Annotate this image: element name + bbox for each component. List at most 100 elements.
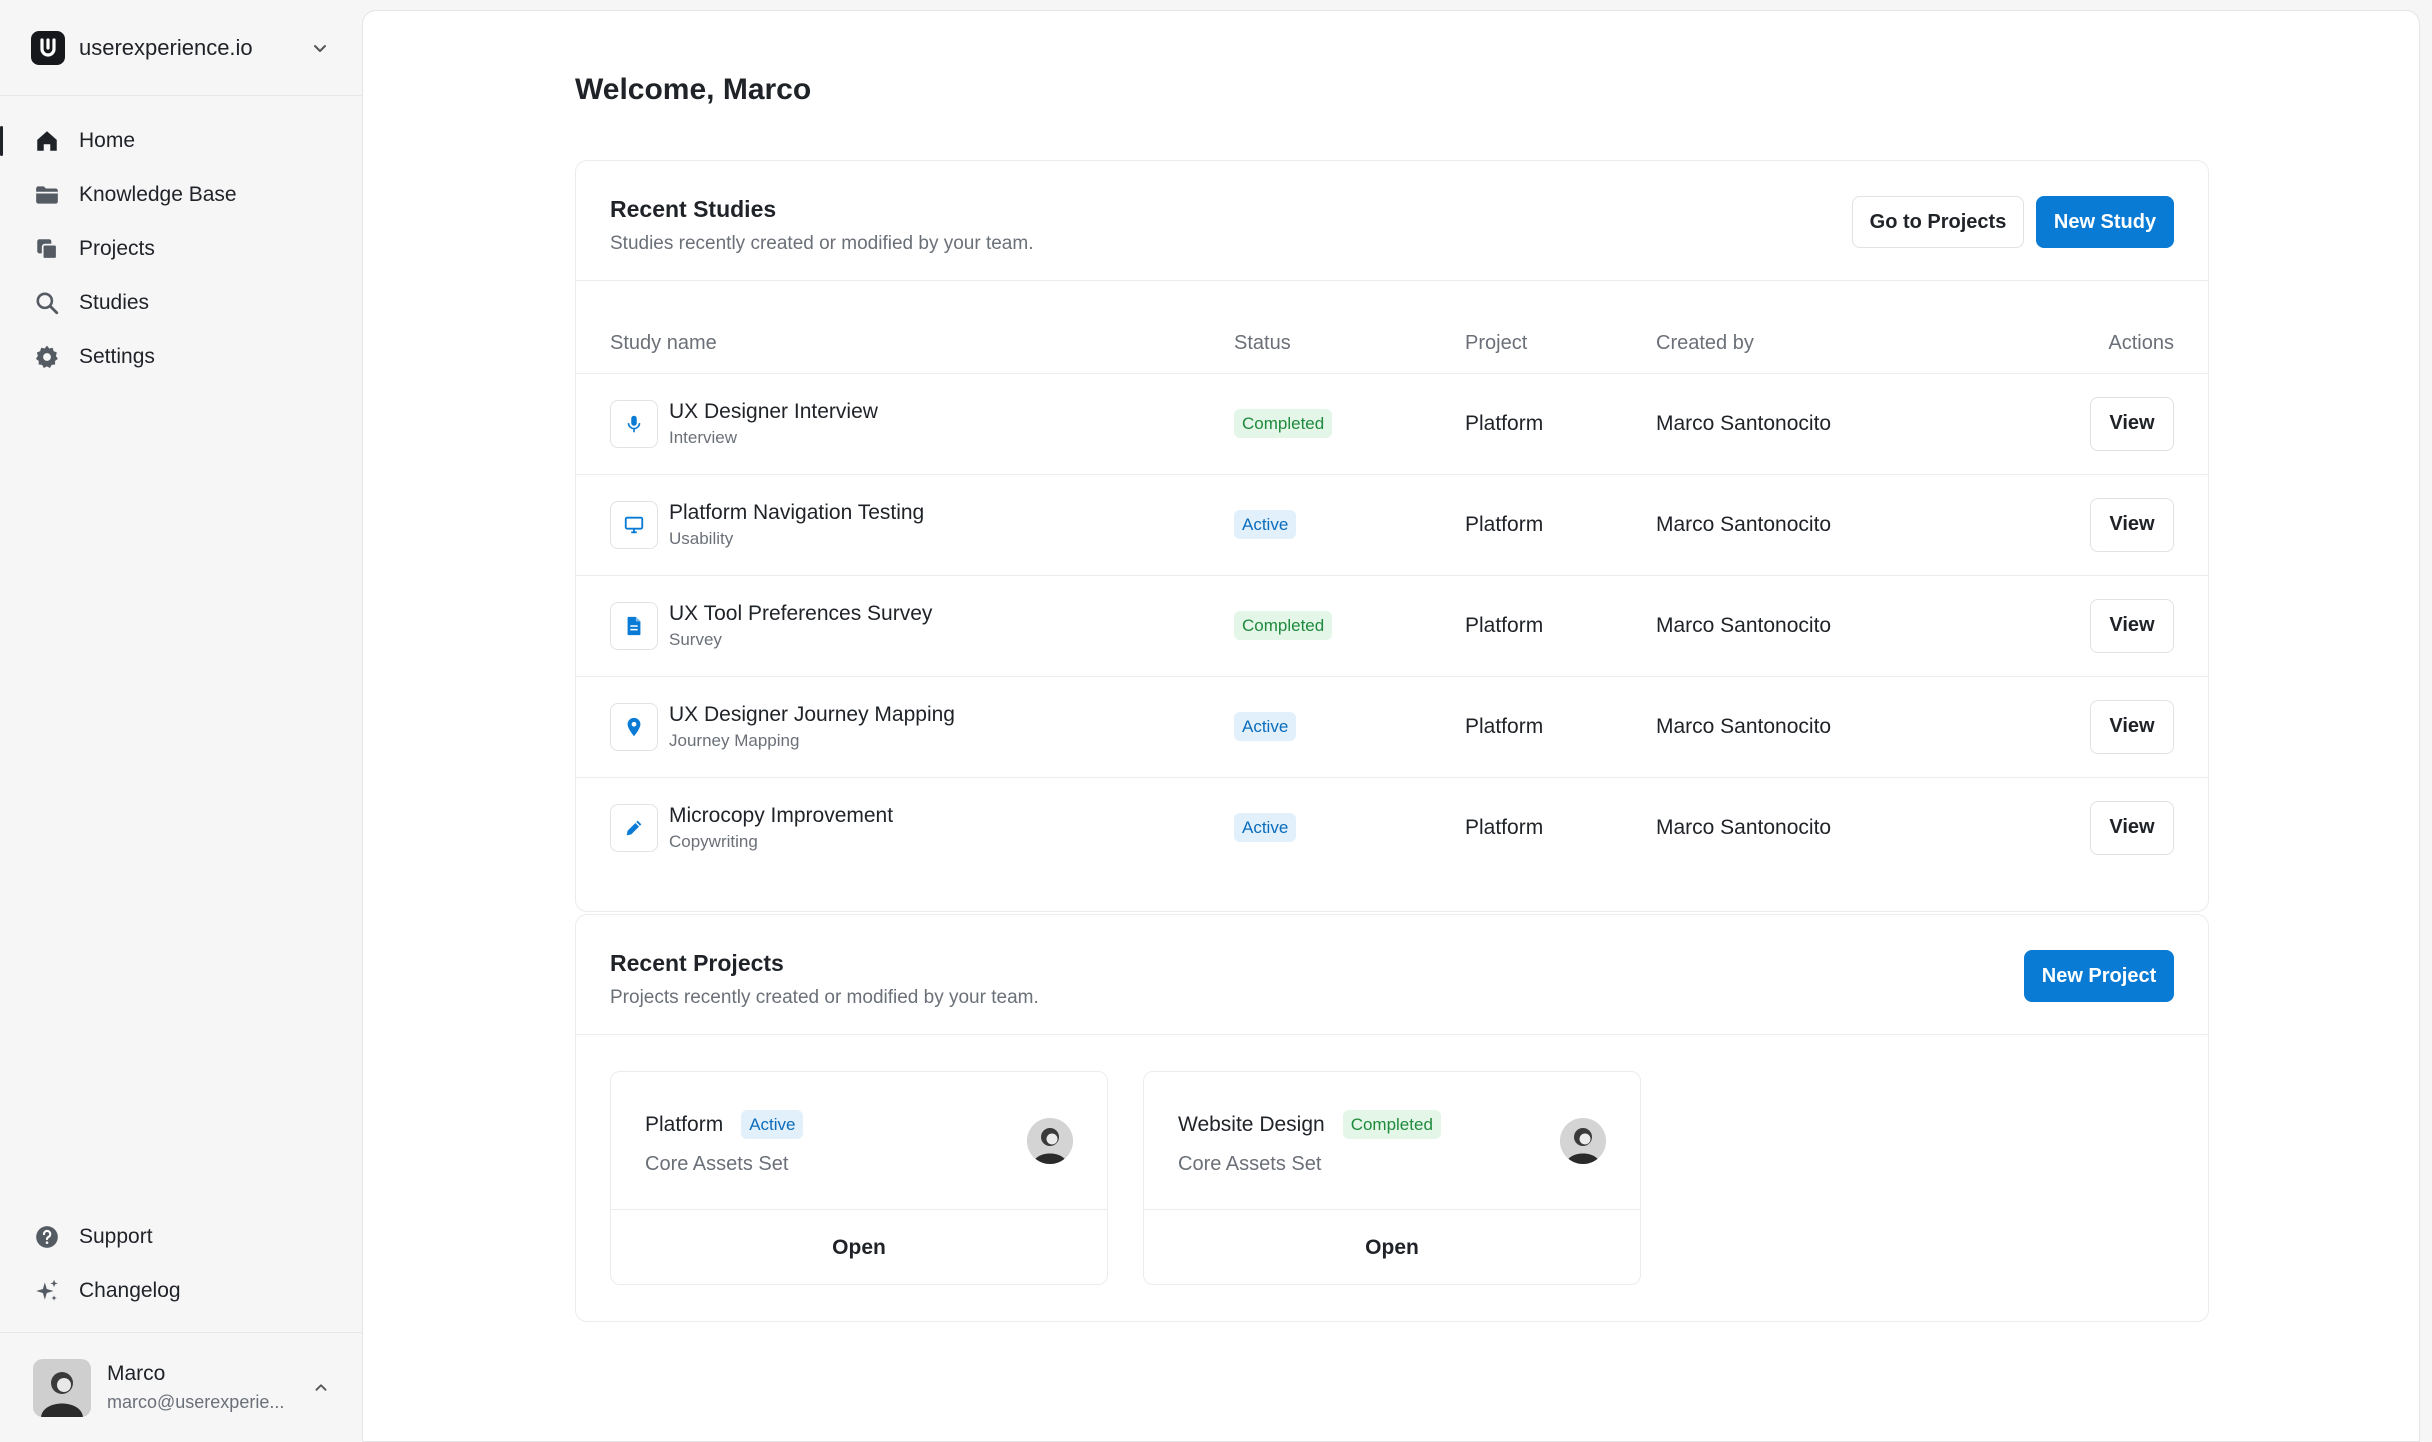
table-row[interactable]: Platform Navigation Testing Usability Ac… [576,474,2208,576]
column-header-created-by: Created by [1656,281,1986,374]
nav-item-label: Projects [79,237,155,260]
home-icon [33,127,61,155]
status-badge: Active [1234,510,1297,539]
nav-item-label: Settings [79,345,155,368]
chevron-up-icon[interactable] [310,1377,332,1399]
recent-studies-card: Recent Studies Studies recently created … [575,160,2209,912]
workspace-logo-icon [31,30,65,65]
nav-item-label: Knowledge Base [79,183,237,206]
pencil-icon [610,803,658,852]
studies-table: Study name Status Project Created by Act… [576,281,2208,878]
nav-item-label: Support [79,1225,153,1248]
recent-projects-header: Recent Projects Projects recently create… [576,915,2208,1035]
column-header-project: Project [1465,281,1656,374]
recent-studies-header: Recent Studies Studies recently created … [576,161,2208,281]
status-badge: Active [741,1110,804,1139]
project-name: Platform [645,1112,724,1136]
view-button[interactable]: View [2090,800,2174,855]
study-type: Interview [669,427,738,447]
main-content: Welcome, Marco Recent Studies Studies re… [362,10,2420,1442]
recent-projects-subtitle: Projects recently created or modified by… [610,987,1039,1008]
project-card-platform[interactable]: Platform Active Core Assets Set Open [610,1071,1108,1285]
study-name: Platform Navigation Testing [669,500,925,524]
view-button[interactable]: View [2090,396,2174,451]
nav-item-projects[interactable]: Projects [0,222,362,276]
table-row[interactable]: UX Designer Journey Mapping Journey Mapp… [576,676,2208,778]
user-name: Marco [107,1362,166,1385]
column-header-actions: Actions [1985,281,2208,374]
open-project-button[interactable]: Open [611,1210,1107,1285]
project-card-website-design[interactable]: Website Design Completed Core Assets Set… [1143,1071,1641,1285]
table-row[interactable]: UX Tool Preferences Survey Survey Comple… [576,575,2208,677]
sparkle-icon [33,1277,61,1305]
created-by-cell: Marco Santonocito [1656,575,1986,677]
page-title: Welcome, Marco [575,73,812,106]
new-study-button[interactable]: New Study [2036,196,2174,248]
project-cell: Platform [1465,676,1656,778]
project-card-body: Website Design Completed Core Assets Set [1144,1072,1640,1210]
created-by-cell: Marco Santonocito [1656,373,1986,475]
avatar [1027,1118,1073,1164]
study-type: Copywriting [669,831,758,851]
open-project-button[interactable]: Open [1144,1210,1640,1285]
copy-icon [33,235,61,263]
project-subtitle: Core Assets Set [1178,1153,1322,1175]
user-email: marco@userexperie... [107,1392,285,1412]
primary-nav: Home Knowledge Base Projects Studies Set… [0,96,362,384]
map-pin-icon [610,702,658,751]
table-row[interactable]: UX Designer Interview Interview Complete… [576,373,2208,475]
project-cell: Platform [1465,373,1656,475]
status-badge: Active [1234,813,1297,843]
workspace-switcher[interactable]: userexperience.io [0,0,362,96]
project-cell: Platform [1465,815,1544,839]
recent-projects-card: Recent Projects Projects recently create… [575,914,2209,1322]
user-menu[interactable]: Marco marco@userexperie... [0,1332,362,1442]
table-header-row: Study name Status Project Created by Act… [576,281,2208,374]
help-icon [33,1223,61,1251]
recent-projects-title: Recent Projects [610,950,784,976]
project-subtitle: Core Assets Set [645,1153,789,1175]
column-header-study-name: Study name [576,281,1234,374]
study-type: Usability [669,528,734,548]
microphone-icon [610,399,658,448]
user-info: Marco marco@userexperie... [107,1362,310,1413]
avatar [1560,1118,1606,1164]
project-card-body: Platform Active Core Assets Set [611,1072,1107,1210]
secondary-nav: Support Changelog [0,1210,362,1332]
sidebar: userexperience.io Home Knowledge Base Pr… [0,0,362,1442]
nav-item-settings[interactable]: Settings [0,330,362,384]
avatar [33,1358,91,1417]
created-by-cell: Marco Santonocito [1656,474,1986,576]
workspace-name: userexperience.io [79,34,253,60]
status-badge: Completed [1234,611,1333,640]
status-badge: Completed [1234,409,1333,438]
created-by-cell: Marco Santonocito [1656,676,1986,778]
table-row[interactable]: Microcopy Improvement Copywriting Active… [576,777,2208,878]
study-name: UX Designer Interview [669,399,878,423]
view-button[interactable]: View [2090,699,2174,754]
study-name: Microcopy Improvement [669,803,894,827]
nav-item-knowledge-base[interactable]: Knowledge Base [0,168,362,222]
new-project-button[interactable]: New Project [2024,950,2174,1002]
gear-icon [33,343,61,371]
search-icon [33,289,61,317]
column-header-status: Status [1234,281,1465,374]
nav-item-support[interactable]: Support [0,1210,362,1264]
view-button[interactable]: View [2090,598,2174,653]
document-icon [610,601,658,650]
project-cell: Platform [1465,474,1656,576]
nav-item-studies[interactable]: Studies [0,276,362,330]
project-cell: Platform [1465,575,1656,677]
study-type: Journey Mapping [669,730,800,750]
go-to-projects-button[interactable]: Go to Projects [1852,196,2024,248]
monitor-icon [610,500,658,549]
nav-item-changelog[interactable]: Changelog [0,1264,362,1318]
study-name: UX Designer Journey Mapping [669,702,955,726]
study-type: Survey [669,629,722,649]
nav-item-label: Studies [79,291,150,314]
status-badge: Completed [1342,1110,1441,1139]
study-name: UX Tool Preferences Survey [669,601,933,625]
chevron-down-icon[interactable] [308,36,332,60]
nav-item-home[interactable]: Home [0,114,362,168]
view-button[interactable]: View [2090,497,2174,552]
